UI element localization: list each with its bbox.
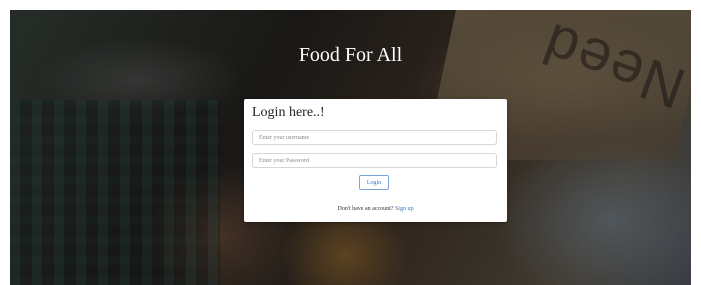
signup-link[interactable]: Sign up (395, 206, 414, 212)
hero-section: Need Food For All Login here..! Login Do… (10, 10, 691, 285)
page: Need Food For All Login here..! Login Do… (0, 0, 701, 285)
login-button[interactable]: Login (359, 175, 389, 190)
signup-prompt-text: Don't have an account? (337, 206, 394, 212)
password-input[interactable] (252, 153, 497, 168)
signup-prompt-line: Don't have an account? Sign up (244, 206, 507, 212)
username-input[interactable] (252, 130, 497, 145)
login-title: Login here..! (252, 105, 325, 120)
login-card: Login here..! Login Don't have an accoun… (244, 99, 507, 222)
site-title: Food For All (298, 44, 403, 66)
